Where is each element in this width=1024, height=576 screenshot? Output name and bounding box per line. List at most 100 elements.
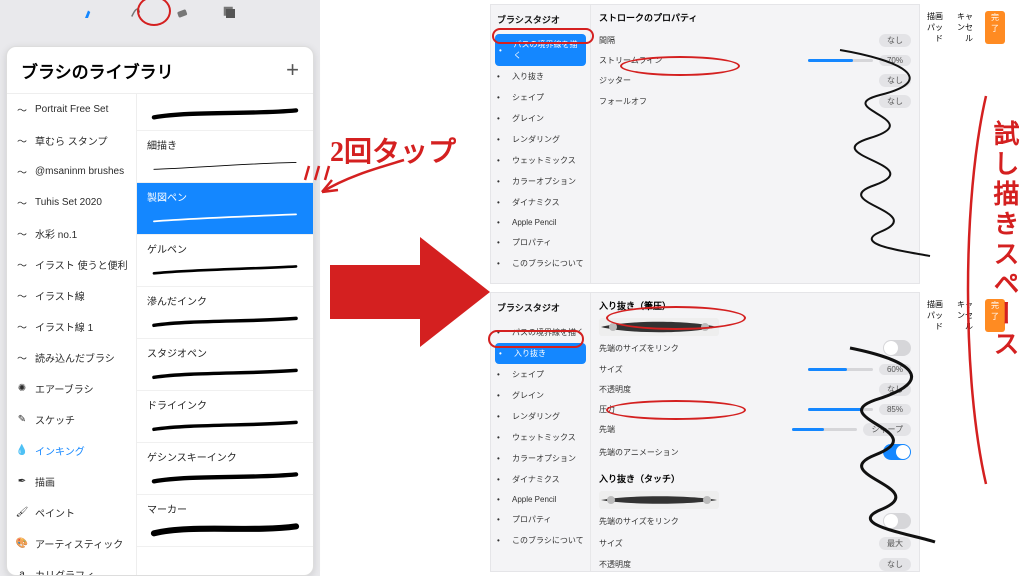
studio-nav-item[interactable]: •レンダリング bbox=[491, 129, 590, 150]
drawing-pad-header: 描画パッド キャンセル 完了 bbox=[921, 5, 1009, 44]
category-item[interactable]: 〜イラスト線 bbox=[7, 280, 136, 311]
studio-nav-item[interactable]: •Apple Pencil bbox=[491, 490, 590, 509]
category-label: Tuhis Set 2020 bbox=[35, 197, 102, 208]
studio-nav-item[interactable]: •グレイン bbox=[491, 385, 590, 406]
brush-tool-icon[interactable] bbox=[82, 3, 100, 26]
category-label: ペイント bbox=[35, 505, 75, 520]
wet-icon: • bbox=[497, 156, 507, 165]
brush-item[interactable]: ゲシンスキーインク bbox=[137, 443, 313, 495]
studio-nav-item[interactable]: •ウェットミックス bbox=[491, 427, 590, 448]
category-item[interactable]: ✒描画 bbox=[7, 466, 136, 497]
pencil-icon: • bbox=[497, 495, 507, 504]
brush-name: ゲシンスキーインク bbox=[147, 449, 303, 464]
brush-item[interactable]: ゲルペン bbox=[137, 235, 313, 287]
studio-nav-item[interactable]: • ウェットミックス bbox=[491, 150, 590, 171]
category-list[interactable]: 〜Portrait Free Set〜草むら スタンプ〜@msaninm bru… bbox=[7, 94, 137, 575]
brush-item[interactable]: 製図ペン bbox=[137, 183, 313, 235]
category-label: 描画 bbox=[35, 474, 55, 489]
category-item[interactable]: 〜Portrait Free Set bbox=[7, 94, 136, 125]
brush-name: 製図ペン bbox=[147, 189, 303, 204]
wave-icon: 〜 bbox=[15, 164, 29, 179]
nav-label: カラーオプション bbox=[512, 176, 576, 187]
eraser-tool-icon[interactable] bbox=[174, 3, 192, 26]
category-item[interactable]: 💧インキング bbox=[7, 435, 136, 466]
annotation-circle-nav-taper bbox=[488, 330, 584, 348]
add-brush-button[interactable]: + bbox=[286, 57, 299, 83]
category-item[interactable]: 🎨 アーティスティック bbox=[7, 528, 136, 559]
category-label: イラスト線 1 bbox=[35, 319, 93, 334]
nav-label: ダイナミクス bbox=[512, 197, 560, 208]
nav-label: 入り抜き bbox=[512, 71, 544, 82]
wave-icon: 〜 bbox=[15, 288, 29, 303]
brush-item[interactable]: 滲んだインク bbox=[137, 287, 313, 339]
studio-nav-item[interactable]: •カラーオプション bbox=[491, 448, 590, 469]
category-item[interactable]: 〜Tuhis Set 2020 bbox=[7, 187, 136, 218]
brush-item[interactable]: スタジオペン bbox=[137, 339, 313, 391]
studio-nav-item[interactable]: •プロパティ bbox=[491, 232, 590, 253]
studio-nav[interactable]: ブラシスタジオ•パスの境界線を描く•入り抜き•シェイプ•グレイン•レンダリング•… bbox=[491, 5, 591, 283]
palette-icon: 🎨 bbox=[15, 538, 29, 549]
category-item[interactable]: ✎スケッチ bbox=[7, 404, 136, 435]
brush-item[interactable]: ドライインク bbox=[137, 391, 313, 443]
nav-label: プロパティ bbox=[512, 237, 552, 248]
brush-name: 滲んだインク bbox=[147, 293, 303, 308]
brush-name: スタジオペン bbox=[147, 345, 303, 360]
studio-nav-item[interactable]: •プロパティ bbox=[491, 509, 590, 530]
prop-icon: • bbox=[497, 515, 507, 524]
nav-label: グレイン bbox=[512, 390, 544, 401]
brush-icon: 🖌 bbox=[15, 507, 29, 518]
property-label: サイズ bbox=[599, 538, 623, 549]
annotation-circle-pressure bbox=[606, 400, 746, 420]
pencil-icon: ✎ bbox=[15, 414, 29, 425]
brush-library-panel: ブラシのライブラリ + 〜Portrait Free Set〜草むら スタンプ〜… bbox=[0, 0, 320, 576]
category-item[interactable]: 〜イラスト線 1 bbox=[7, 311, 136, 342]
studio-nav-item[interactable]: •ダイナミクス bbox=[491, 469, 590, 490]
done-button[interactable]: 完了 bbox=[985, 11, 1005, 44]
category-item[interactable]: 〜読み込んだブラシ bbox=[7, 342, 136, 373]
studio-nav-item[interactable]: •このブラシについて bbox=[491, 253, 590, 274]
brush-item[interactable]: マーカー bbox=[137, 495, 313, 547]
category-item[interactable]: 🖌 ペイント bbox=[7, 497, 136, 528]
studio-nav-item[interactable]: •入り抜き bbox=[491, 66, 590, 87]
studio-nav-item[interactable]: •シェイプ bbox=[491, 87, 590, 108]
test-stroke-top bbox=[820, 40, 960, 260]
color-icon: • bbox=[497, 177, 507, 186]
category-item[interactable]: 〜イラスト 使うと便利 bbox=[7, 249, 136, 280]
property-label: 間隔 bbox=[599, 35, 615, 46]
nav-label: ダイナミクス bbox=[512, 474, 560, 485]
studio-nav-item[interactable]: •ダイナミクス bbox=[491, 192, 590, 213]
studio-nav-item[interactable]: •レンダリング bbox=[491, 406, 590, 427]
test-stroke-bottom bbox=[820, 340, 960, 550]
property-label: 不透明度 bbox=[599, 384, 631, 395]
studio-nav-item[interactable]: • カラーオプション bbox=[491, 171, 590, 192]
category-item[interactable]: ✺エアーブラシ bbox=[7, 373, 136, 404]
category-label: エアーブラシ bbox=[35, 381, 94, 396]
nav-label: このブラシについて bbox=[512, 258, 584, 269]
category-label: 草むら スタンプ bbox=[35, 133, 107, 148]
grain-icon: • bbox=[497, 114, 507, 123]
brush-name: ドライインク bbox=[147, 397, 303, 412]
taper-curve-touch[interactable] bbox=[599, 491, 719, 509]
studio-nav-item[interactable]: •このブラシについて bbox=[491, 530, 590, 551]
brush-item[interactable]: 細描き bbox=[137, 131, 313, 183]
category-item[interactable]: 〜@msaninm brushes bbox=[7, 156, 136, 187]
category-label: アーティスティック bbox=[35, 536, 123, 551]
category-label: 読み込んだブラシ bbox=[35, 350, 115, 365]
nav-label: ウェットミックス bbox=[512, 155, 576, 166]
render-icon: • bbox=[497, 412, 507, 421]
layers-icon[interactable] bbox=[220, 3, 238, 26]
studio-nav-item[interactable]: •グレイン bbox=[491, 108, 590, 129]
nav-label: ウェットミックス bbox=[512, 432, 576, 443]
studio-title: ブラシスタジオ bbox=[491, 293, 590, 322]
studio-nav-item[interactable]: •シェイプ bbox=[491, 364, 590, 385]
annotation-bracket bbox=[956, 90, 996, 490]
brush-item[interactable] bbox=[137, 94, 313, 131]
shape-icon: • bbox=[497, 93, 507, 102]
category-item[interactable]: 〜水彩 no.1 bbox=[7, 218, 136, 249]
studio-nav-item[interactable]: •Apple Pencil bbox=[491, 213, 590, 232]
category-item[interactable]: aカリグラフィ bbox=[7, 559, 136, 575]
category-item[interactable]: 〜草むら スタンプ bbox=[7, 125, 136, 156]
wave-icon: 〜 bbox=[15, 133, 29, 148]
brush-library: ブラシのライブラリ + 〜Portrait Free Set〜草むら スタンプ〜… bbox=[6, 46, 314, 576]
brush-list[interactable]: 細描き 製図ペン ゲルペン 滲んだインク スタジオペン ドライインク ゲシンスキ… bbox=[137, 94, 313, 575]
